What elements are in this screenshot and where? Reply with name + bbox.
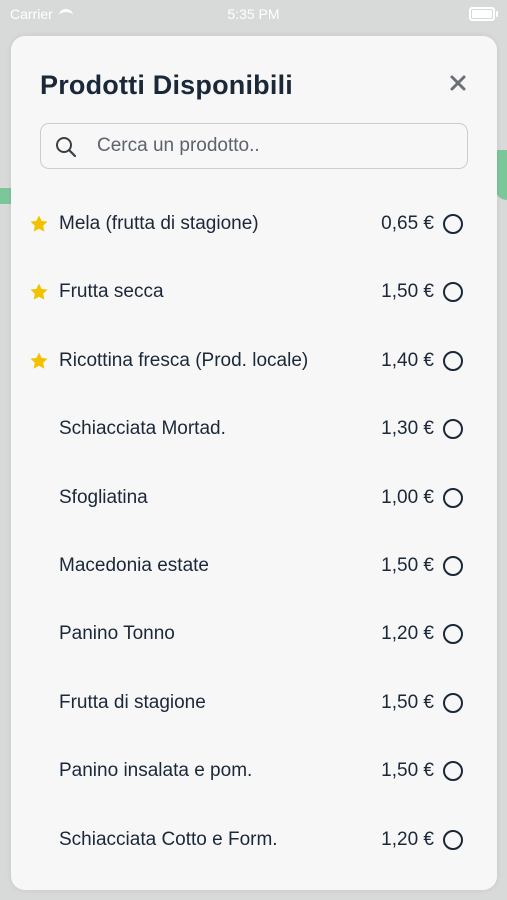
product-price: 0,65 € (381, 213, 434, 234)
product-name: Mela (frutta di stagione) (59, 213, 259, 234)
battery-icon (469, 7, 498, 21)
product-name: Frutta secca (59, 281, 164, 303)
product-list: Mela (frutta di stagione) 0,65 € Frutta … (11, 190, 497, 874)
product-price: 1,20 € (381, 623, 434, 645)
search-input[interactable] (97, 124, 457, 168)
product-row[interactable]: Panino insalata e pom. 1,50 € (11, 737, 497, 805)
product-name: Sfogliatina (59, 486, 148, 508)
product-name: Frutta di stagione (59, 691, 206, 713)
product-price: 1,00 € (381, 486, 434, 508)
product-row[interactable]: Schiacciata Mortad. 1,30 € (11, 395, 497, 463)
search-icon (56, 137, 77, 158)
product-row[interactable]: Frutta secca 1,50 € (11, 258, 497, 326)
product-row[interactable]: Macedonia estate 1,50 € (11, 532, 497, 600)
close-button[interactable] (441, 66, 475, 100)
product-name: Schiacciata Mortad. (59, 418, 226, 440)
product-row[interactable]: Sfogliatina 1,00 € (11, 464, 497, 532)
product-price: 1,20 € (381, 828, 434, 850)
select-radio-button[interactable] (443, 487, 463, 508)
star-icon (30, 215, 48, 232)
search-box (40, 123, 468, 169)
product-row[interactable]: Mela (frutta di stagione) 0,65 € (11, 190, 497, 258)
select-radio-button[interactable] (443, 692, 463, 713)
product-name: Schiacciata Cotto e Form. (59, 828, 278, 850)
select-radio-button[interactable] (443, 419, 463, 440)
product-row[interactable]: Schiacciata Cotto e Form. 1,20 € (11, 806, 497, 874)
product-price: 1,50 € (381, 281, 434, 303)
product-row[interactable]: Ricottina fresca (Prod. locale) 1,40 € (11, 327, 497, 395)
product-row[interactable]: Frutta di stagione 1,50 € (11, 669, 497, 737)
product-name: Ricottina fresca (Prod. locale) (59, 349, 309, 371)
select-radio-button[interactable] (443, 761, 463, 782)
battery-fill (472, 10, 492, 18)
product-price: 1,40 € (381, 349, 434, 371)
product-price: 1,50 € (381, 691, 434, 713)
select-radio-button[interactable] (443, 555, 463, 576)
status-bar: Carrier 5:35 PM (0, 0, 507, 30)
products-modal: Prodotti Disponibili Mela (frutta di sta… (11, 36, 497, 890)
select-radio-button[interactable] (443, 624, 463, 645)
close-icon (450, 75, 466, 91)
select-radio-button[interactable] (443, 214, 463, 234)
product-price: 1,30 € (381, 418, 434, 440)
product-name: Panino insalata e pom. (59, 760, 253, 782)
product-name: Panino Tonno (59, 623, 175, 645)
status-time: 5:35 PM (227, 6, 280, 22)
modal-title: Prodotti Disponibili (40, 70, 293, 100)
select-radio-button[interactable] (443, 282, 463, 303)
star-icon (30, 283, 48, 301)
product-price: 1,50 € (381, 554, 434, 576)
product-name: Macedonia estate (59, 554, 209, 576)
product-row[interactable]: Panino Tonno 1,20 € (11, 600, 497, 668)
product-price: 1,50 € (381, 760, 434, 782)
select-radio-button[interactable] (443, 829, 463, 850)
select-radio-button[interactable] (443, 350, 463, 371)
star-icon (30, 352, 48, 369)
